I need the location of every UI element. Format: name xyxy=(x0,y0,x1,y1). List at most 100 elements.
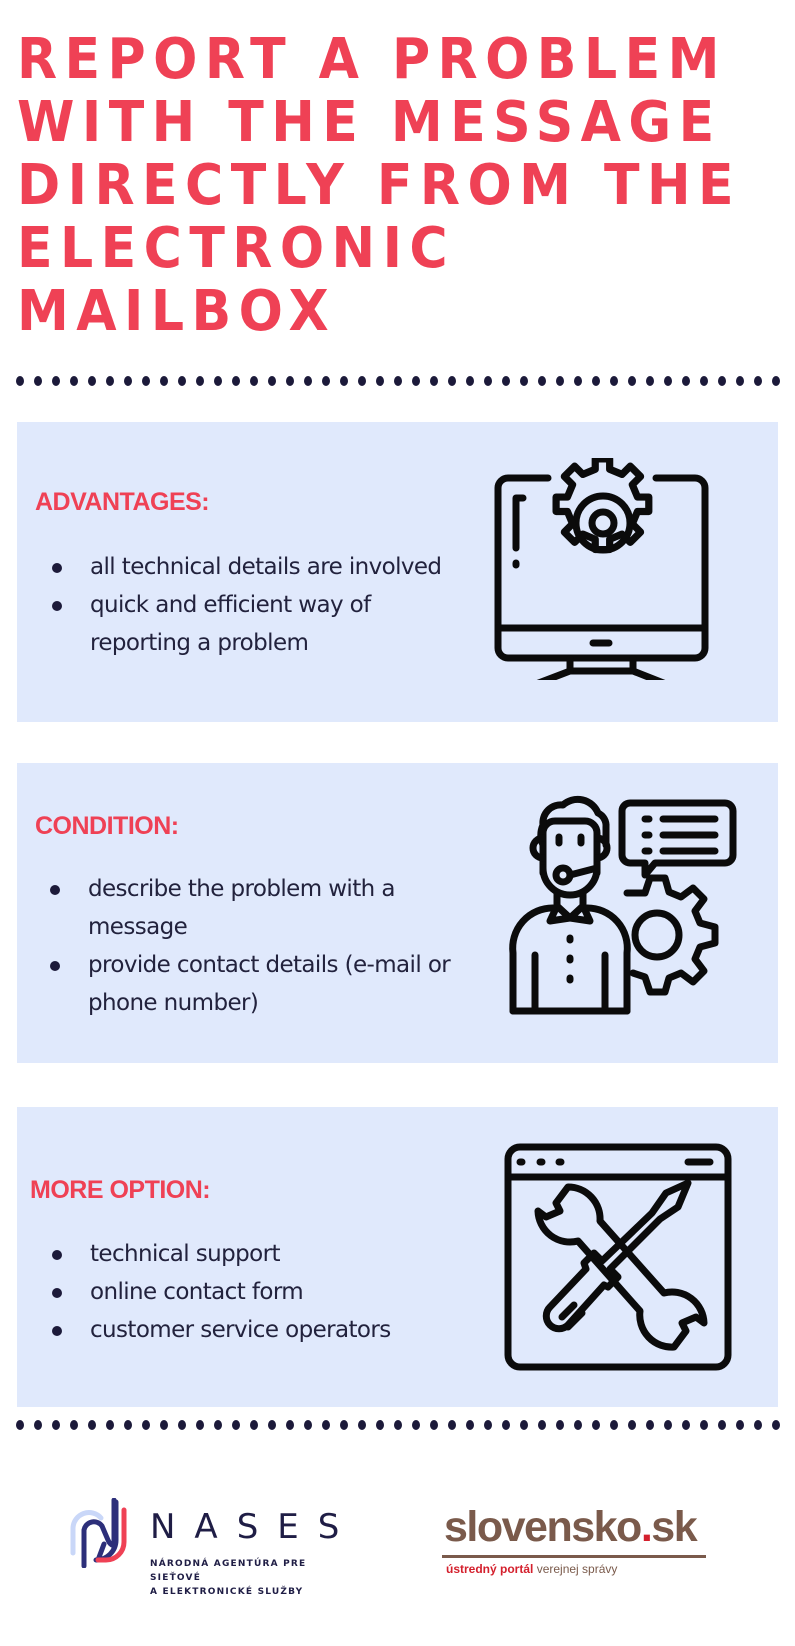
divider-dot xyxy=(214,376,222,386)
divider-dot xyxy=(484,376,492,386)
divider-dot xyxy=(70,376,78,386)
title-line: ELECTRONIC xyxy=(17,216,456,281)
condition-heading: CONDITION: xyxy=(35,812,179,840)
more-option-card: MORE OPTION: technical support online co… xyxy=(17,1107,778,1407)
divider-dot xyxy=(16,1420,24,1430)
divider-dot xyxy=(556,376,564,386)
divider-dot xyxy=(340,1420,348,1430)
divider-dot xyxy=(232,1420,240,1430)
divider-dot xyxy=(628,376,636,386)
nases-subtitle: NÁRODNÁ AGENTÚRA PRE SIEŤOVÉ A ELEKTRONI… xyxy=(150,1557,338,1599)
dotted-divider-top xyxy=(15,375,785,387)
divider-dot xyxy=(430,1420,438,1430)
slovensko-sk-wordmark: slovensko.sk xyxy=(444,1503,698,1551)
list-item: customer service operators xyxy=(49,1311,449,1349)
divider-dot xyxy=(430,376,438,386)
list-item: technical support xyxy=(49,1235,449,1273)
divider-dot xyxy=(700,376,708,386)
divider-dot xyxy=(88,1420,96,1430)
divider-dot xyxy=(736,376,744,386)
browser-tools-icon xyxy=(504,1143,732,1371)
divider-dot xyxy=(628,1420,636,1430)
tagline-red: ústredný portál xyxy=(446,1562,534,1576)
condition-card: CONDITION: describe the problem with a m… xyxy=(17,763,778,1063)
divider-dot xyxy=(160,376,168,386)
slovensko-name: slovensko xyxy=(444,1503,642,1551)
divider-dot xyxy=(376,1420,384,1430)
divider-dot xyxy=(574,1420,582,1430)
divider-dot xyxy=(592,376,600,386)
divider-dot xyxy=(268,1420,276,1430)
divider-dot xyxy=(34,1420,42,1430)
divider-dot xyxy=(394,376,402,386)
divider-dot xyxy=(502,376,510,386)
divider-dot xyxy=(520,1420,528,1430)
tagline-grey: verejnej správy xyxy=(536,1562,618,1576)
slovensko-dot: . xyxy=(640,1503,653,1551)
divider-dot xyxy=(232,376,240,386)
divider-dot xyxy=(358,376,366,386)
more-option-heading: MORE OPTION: xyxy=(30,1176,211,1204)
divider-dot xyxy=(538,1420,546,1430)
divider-dot xyxy=(340,376,348,386)
divider-dot xyxy=(646,376,654,386)
title-line: REPORT A PROBLEM xyxy=(17,27,727,92)
divider-dot xyxy=(70,1420,78,1430)
divider-dot xyxy=(178,376,186,386)
divider-dot xyxy=(610,1420,618,1430)
divider-dot xyxy=(178,1420,186,1430)
divider-dot xyxy=(88,376,96,386)
advantages-heading: ADVANTAGES: xyxy=(35,488,210,516)
divider-dot xyxy=(250,1420,258,1430)
divider-dot xyxy=(322,1420,330,1430)
divider-dot xyxy=(538,376,546,386)
divider-dot xyxy=(250,376,258,386)
divider-dot xyxy=(502,1420,510,1430)
slovensko-tld: sk xyxy=(651,1503,697,1551)
divider-dot xyxy=(466,1420,474,1430)
divider-dot xyxy=(124,1420,132,1430)
divider-dot xyxy=(304,376,312,386)
divider-dot xyxy=(142,376,150,386)
title-line: MAILBOX xyxy=(17,279,337,344)
divider-dot xyxy=(106,1420,114,1430)
nases-logo-icon xyxy=(70,1498,127,1568)
more-option-list: technical support online contact form cu… xyxy=(49,1235,449,1349)
advantages-card: ADVANTAGES: all technical details are in… xyxy=(17,422,778,722)
divider-dot xyxy=(394,1420,402,1430)
slovensko-sk-logo[interactable]: slovensko.sk ústredný portál verejnej sp… xyxy=(440,1505,710,1585)
divider-dot xyxy=(160,1420,168,1430)
divider-dot xyxy=(52,376,60,386)
divider-dot xyxy=(664,1420,672,1430)
divider-dot xyxy=(196,1420,204,1430)
divider-dot xyxy=(196,376,204,386)
list-item: all technical details are involved xyxy=(49,548,449,586)
page-title: REPORT A PROBLEM WITH THE MESSAGE DIRECT… xyxy=(17,27,742,344)
title-line: DIRECTLY FROM THE xyxy=(17,153,742,218)
divider-dot xyxy=(718,1420,726,1430)
divider-dot xyxy=(304,1420,312,1430)
divider-dot xyxy=(592,1420,600,1430)
nases-subtitle-line: A ELEKTRONICKÉ SLUŽBY xyxy=(150,1587,304,1597)
divider-dot xyxy=(214,1420,222,1430)
nases-logo[interactable]: NASES NÁRODNÁ AGENTÚRA PRE SIEŤOVÉ A ELE… xyxy=(68,1498,339,1597)
divider-dot xyxy=(16,376,24,386)
divider-dot xyxy=(124,376,132,386)
monitor-gear-icon xyxy=(494,458,709,680)
divider-dot xyxy=(52,1420,60,1430)
divider-dot xyxy=(268,376,276,386)
divider-dot xyxy=(466,376,474,386)
support-agent-gear-icon xyxy=(509,795,737,1015)
divider-dot xyxy=(754,376,762,386)
divider-dot xyxy=(664,376,672,386)
list-item: describe the problem with a message xyxy=(47,870,408,946)
list-item: online contact form xyxy=(49,1273,449,1311)
dotted-divider-bottom xyxy=(15,1419,785,1431)
advantages-list: all technical details are involved quick… xyxy=(49,548,449,662)
divider-dot xyxy=(682,376,690,386)
divider-dot xyxy=(376,376,384,386)
divider-dot xyxy=(700,1420,708,1430)
divider-dot xyxy=(358,1420,366,1430)
nases-subtitle-line: NÁRODNÁ AGENTÚRA PRE SIEŤOVÉ xyxy=(150,1559,307,1583)
divider-dot xyxy=(682,1420,690,1430)
